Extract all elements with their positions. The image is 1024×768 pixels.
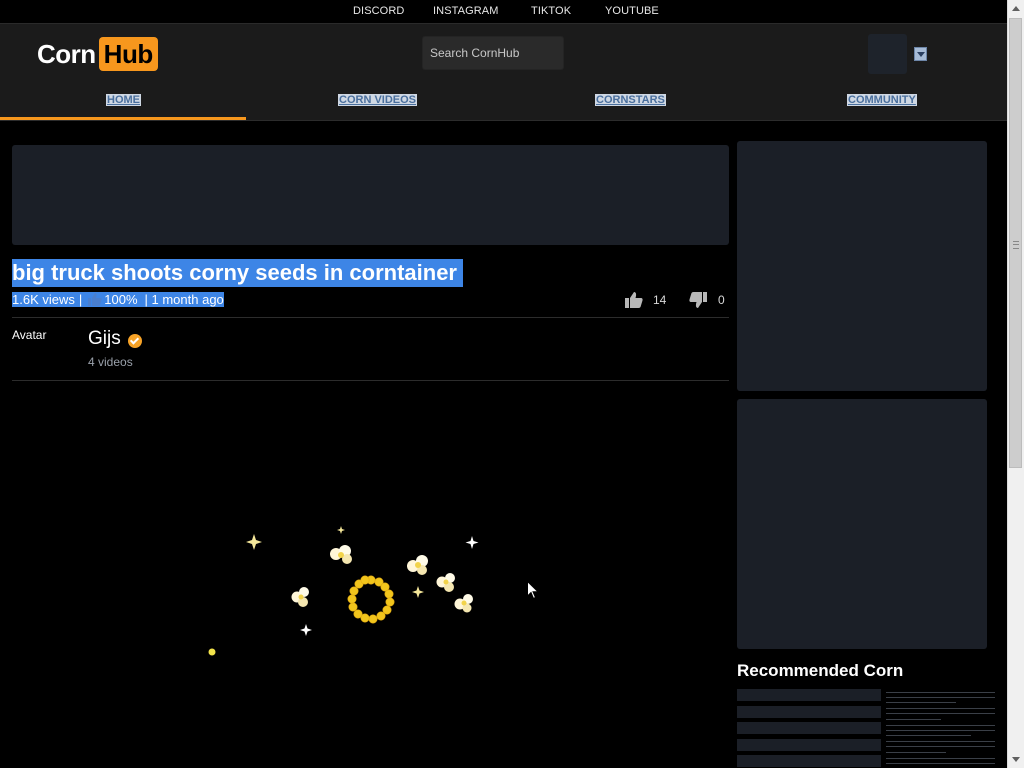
recommended-text-line [886,697,995,698]
verified-icon [128,334,142,348]
dislike-count: 0 [718,293,725,307]
popcorn-loading-animation [208,526,479,656]
youtube-link[interactable]: YOUTUBE [605,5,659,17]
recommended-text-line [886,708,995,709]
ad-banner[interactable] [12,145,729,245]
view-count: 1.6K views [12,292,75,307]
uploader-name[interactable]: Gijs [88,328,121,350]
recommended-text-line [886,719,941,720]
nav-home[interactable]: HOME [106,94,141,106]
scrollbar-thumb[interactable] [1009,18,1022,468]
uploader-video-count: 4 videos [88,355,133,369]
sidebar-ad[interactable] [737,399,987,649]
recommended-text-line [886,741,995,742]
upload-age: | 1 month ago [144,292,224,307]
recommended-thumbnail[interactable] [737,739,881,751]
like-button[interactable]: 14 [625,292,666,308]
recommended-text-line [886,713,995,714]
meta-separator: | [78,292,83,307]
video-player[interactable] [12,382,729,768]
tiktok-link[interactable]: TIKTOK [531,5,571,17]
scroll-up-icon[interactable] [1008,0,1024,17]
dislike-button[interactable]: 0 [689,292,725,308]
recommended-text-line [886,730,995,731]
active-nav-indicator [0,117,246,120]
recommended-text-line [886,702,956,703]
thumbs-up-icon [625,292,643,308]
recommended-text-line [886,735,971,736]
social-bar: DISCORD INSTAGRAM TIKTOK YOUTUBE [0,0,1007,24]
chevron-down-icon[interactable] [914,47,927,61]
uploader-avatar[interactable]: Avatar [12,328,46,342]
nav-community[interactable]: COMMUNITY [847,94,917,106]
grip-icon [1013,241,1019,249]
logo-text-corn: Corn [37,38,96,69]
video-title: big truck shoots corny seeds in corntain… [12,259,463,287]
logo-text-hub: Hub [98,37,158,71]
page: DISCORD INSTAGRAM TIKTOK YOUTUBE Corn Hu… [0,0,1007,768]
vertical-scrollbar[interactable] [1007,0,1024,768]
recommended-thumbnail[interactable] [737,755,881,767]
recommended-text-line [886,725,995,726]
rating-percent: 100% [104,292,138,307]
recommended-thumbnail[interactable] [737,689,881,701]
site-logo[interactable]: Corn Hub [37,36,158,72]
sidebar-ad[interactable] [737,141,987,391]
like-count: 14 [653,293,667,307]
divider [12,317,729,318]
nav-cornstars[interactable]: CORNSTARS [595,94,666,106]
recommended-text-line [886,746,995,747]
recommended-heading: Recommended Corn [737,661,904,680]
search-input[interactable] [422,36,564,70]
discord-link[interactable]: DISCORD [353,5,404,17]
video-meta: 1.6K views | 100% | 1 month ago [12,292,224,307]
recommended-thumbnail[interactable] [737,722,881,734]
instagram-link[interactable]: INSTAGRAM [433,5,498,17]
recommended-text-line [886,752,946,753]
thumbs-up-icon [88,293,102,306]
recommended-thumbnail[interactable] [737,706,881,718]
recommended-text-line [886,758,995,759]
mouse-cursor-icon [527,581,539,600]
recommended-text-line [886,692,995,693]
divider [12,380,729,381]
nav-corn-videos[interactable]: CORN VIDEOS [338,94,418,106]
recommended-text-line [886,763,995,764]
thumbs-down-icon [689,292,707,308]
user-avatar[interactable] [868,34,907,74]
site-header: Corn Hub HOME CORN VIDEOS CORNSTARS COMM… [0,24,1007,121]
scroll-down-icon[interactable] [1008,751,1024,768]
